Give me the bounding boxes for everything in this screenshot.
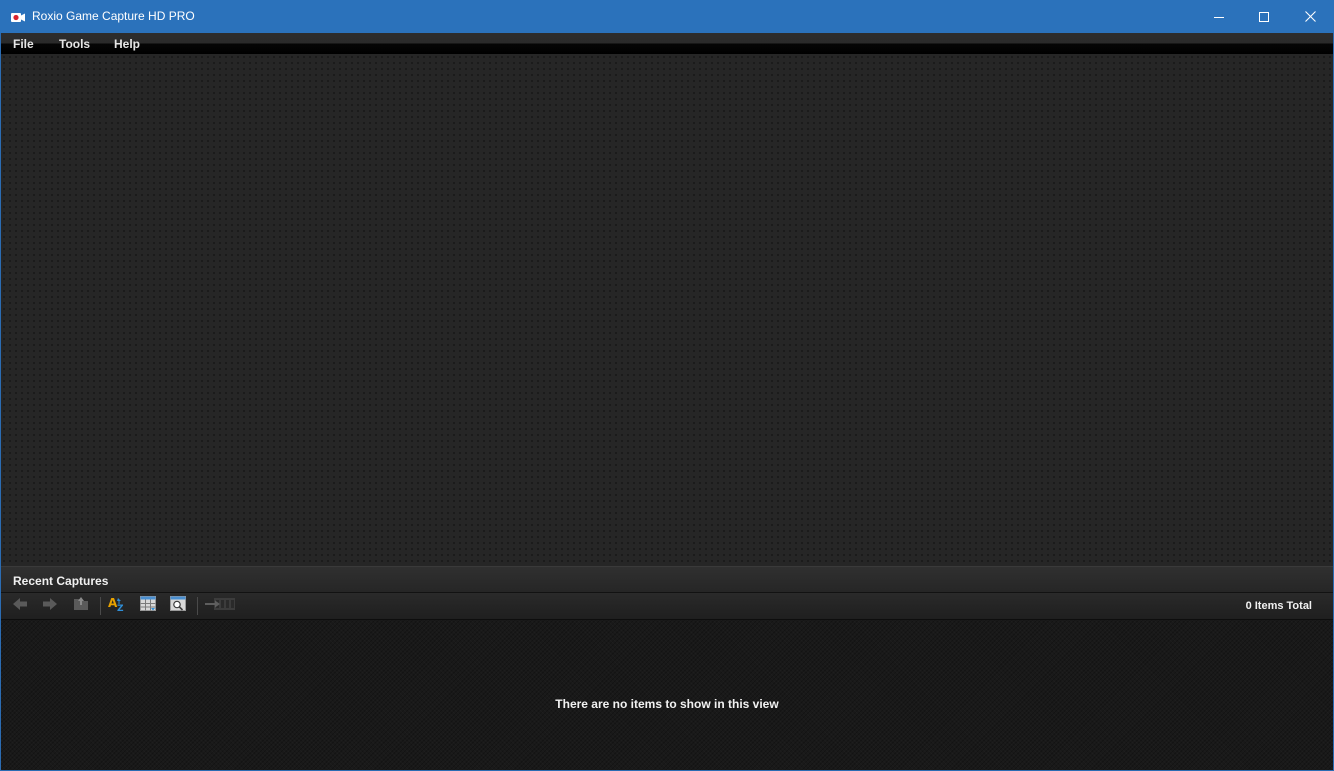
grid-view-icon [140,596,156,616]
menu-tools[interactable]: Tools [59,37,90,51]
up-folder-icon [73,596,89,616]
title-bar[interactable]: Roxio Game Capture HD PRO [0,0,1334,33]
grid-view-button[interactable] [139,596,157,616]
recent-captures-title: Recent Captures [13,574,109,588]
sort-button[interactable]: A Z [108,596,126,617]
close-icon [1304,11,1316,22]
forward-button[interactable] [41,597,59,615]
forward-arrow-icon [42,597,58,616]
minimize-button[interactable] [1196,0,1242,33]
sort-az-icon: A Z [108,596,126,617]
items-total-count: 0 Items Total [1245,600,1312,612]
camcorder-icon [11,10,25,22]
up-folder-button[interactable] [72,597,90,615]
minimize-icon [1214,12,1224,22]
back-button[interactable] [11,597,29,615]
empty-state-message: There are no items to show in this view [555,697,779,711]
back-arrow-icon [12,597,28,616]
main-pane [1,54,1333,567]
window-title: Roxio Game Capture HD PRO [32,9,195,23]
menu-file[interactable]: File [13,37,34,51]
captures-list[interactable]: There are no items to show in this view [1,620,1333,770]
maximize-icon [1259,11,1269,22]
svg-text:Z: Z [117,604,124,612]
menu-help[interactable]: Help [114,37,140,51]
zoom-view-icon [170,596,186,616]
toolbar-separator [100,597,101,615]
recent-captures-toolbar: A Z 0 Items Total [1,593,1333,620]
toolbar-separator [197,597,198,615]
close-button[interactable] [1287,0,1333,33]
app-window: Roxio Game Capture HD PRO File Tools Hel… [0,0,1334,771]
maximize-button[interactable] [1241,0,1287,33]
send-to-timeline-button[interactable] [204,597,236,615]
zoom-view-button[interactable] [169,596,187,616]
menu-bar: File Tools Help [1,33,1333,54]
recent-captures-header: Recent Captures [1,567,1333,593]
send-to-timeline-icon [204,597,236,616]
